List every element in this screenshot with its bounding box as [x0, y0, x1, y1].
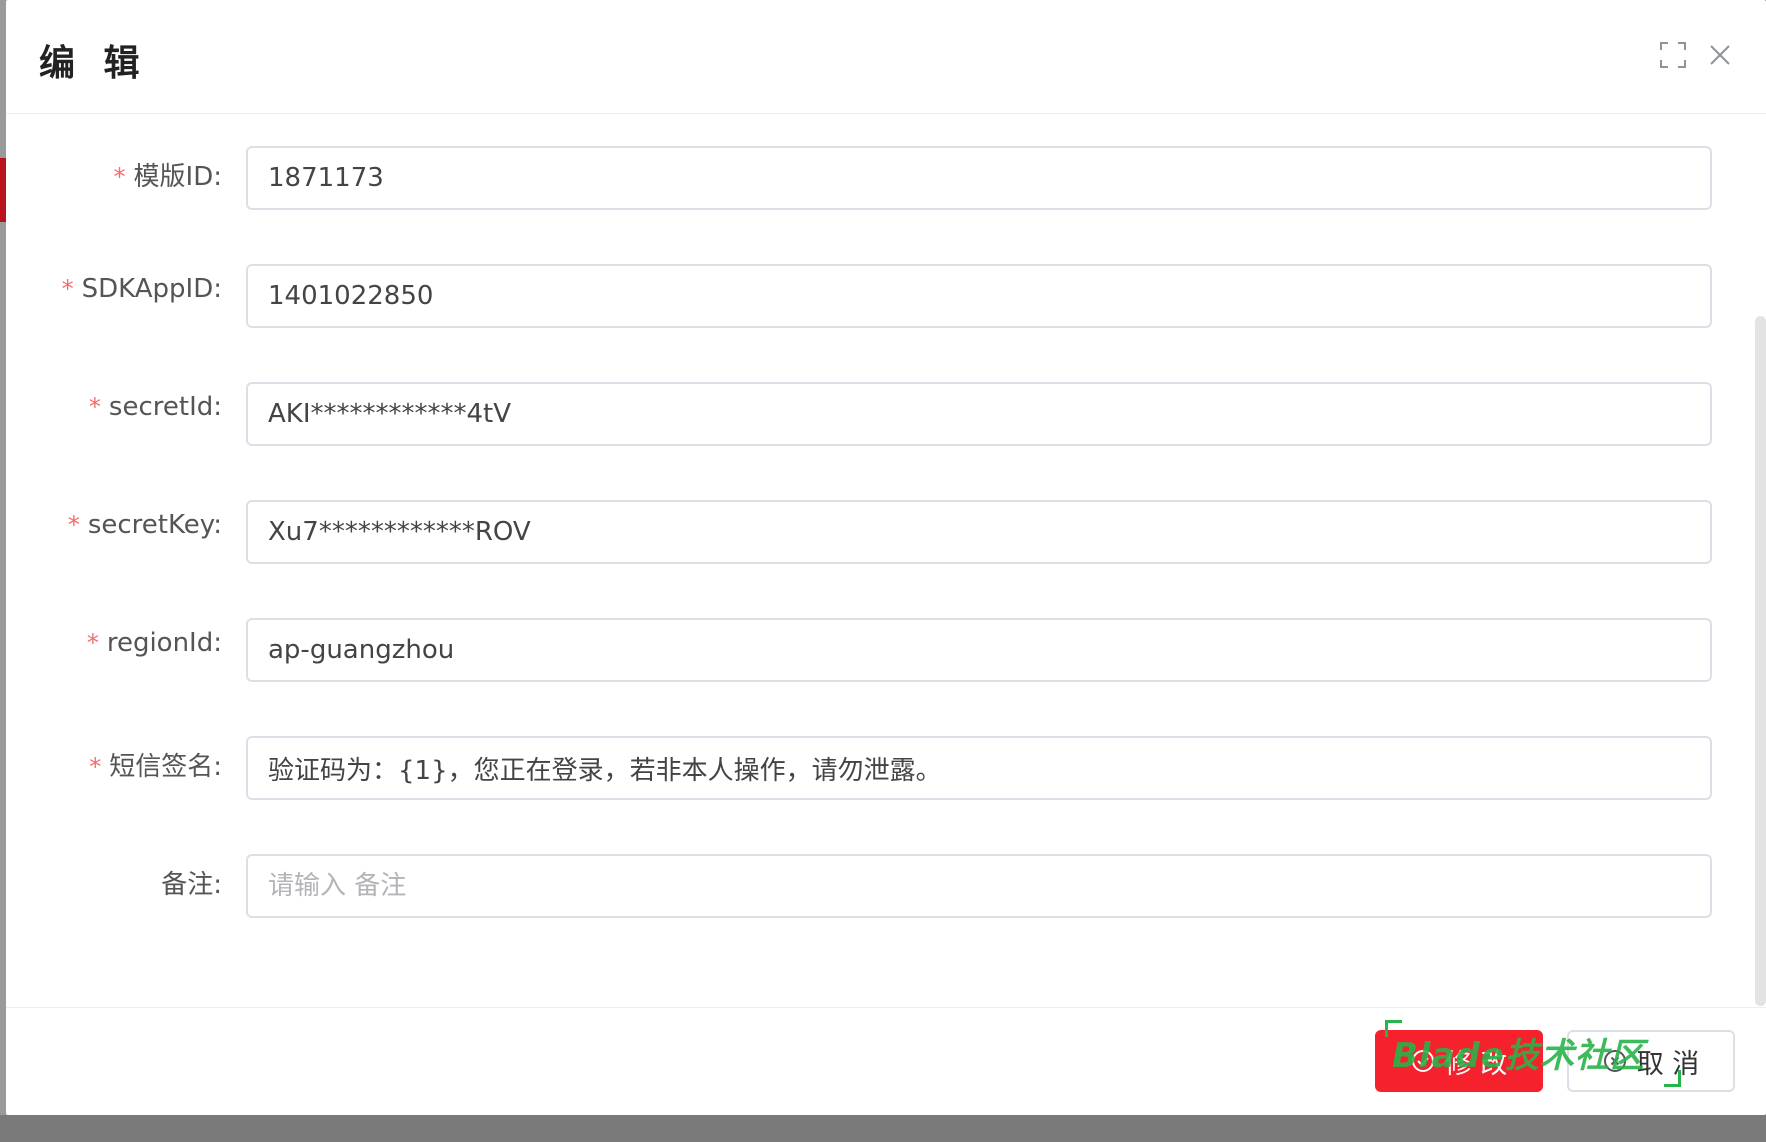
close-icon [1710, 45, 1730, 65]
required-mark: * [86, 629, 99, 657]
dialog-title: 编 辑 [39, 43, 148, 84]
submit-button[interactable]: 修 改 [1375, 1030, 1543, 1092]
cancel-button[interactable]: 取 消 [1567, 1030, 1735, 1092]
scrollbar-thumb[interactable] [1755, 316, 1766, 1006]
form-label: * secretKey: [6, 510, 222, 540]
form-label-text: 模版ID: [133, 162, 222, 192]
dialog-footer: 修 改 取 消 [6, 1007, 1766, 1116]
required-mark: * [88, 393, 101, 421]
form-label-text: SDKAppID: [81, 274, 222, 304]
form-label: * 模版ID: [6, 156, 222, 193]
circle-close-icon [1603, 1049, 1627, 1073]
form-label: * regionId: [6, 628, 222, 658]
fullscreen-button[interactable] [1656, 38, 1690, 72]
form-label-text: regionId: [106, 628, 222, 658]
submit-button-label: 修 改 [1444, 1048, 1508, 1080]
required-mark: * [89, 753, 102, 781]
form-row-remark: 备注: [6, 854, 1766, 918]
form-label-text: 备注: [161, 870, 222, 900]
region-id-input[interactable] [246, 618, 1712, 682]
edit-form: *模版ID: *SDKAppID: *secretId: *secretKey:… [6, 114, 1766, 1007]
form-label: * 短信签名: [6, 746, 222, 783]
secret-id-input[interactable] [246, 382, 1712, 446]
required-mark: * [67, 511, 80, 539]
watermark-corner [1385, 1020, 1402, 1037]
secret-key-input[interactable] [246, 500, 1712, 564]
required-mark: * [113, 163, 126, 191]
form-label: * secretId: [6, 392, 222, 422]
form-label-text: secretKey: [87, 510, 222, 540]
remark-input[interactable] [246, 854, 1712, 918]
watermark-corner [1664, 1070, 1681, 1087]
fullscreen-icon [1660, 42, 1686, 68]
form-row-region-id: * regionId: [6, 618, 1766, 682]
template-id-input[interactable] [246, 146, 1712, 210]
sdk-app-id-input[interactable] [246, 264, 1712, 328]
form-label: 备注: [6, 864, 222, 901]
close-button[interactable] [1703, 38, 1737, 72]
edit-dialog: 编 辑 *模版ID: *SDKAppID: *secretId: *secret… [6, 0, 1766, 1115]
form-row-secret-id: * secretId: [6, 382, 1766, 446]
form-label-text: secretId: [108, 392, 222, 422]
form-label: * SDKAppID: [6, 274, 222, 304]
form-row-sdk-app-id: * SDKAppID: [6, 264, 1766, 328]
required-mark: * [61, 275, 74, 303]
dialog-header: 编 辑 [6, 0, 1766, 114]
form-row-template-id: * 模版ID: [6, 146, 1766, 210]
form-row-secret-key: * secretKey: [6, 500, 1766, 564]
form-row-sms-signature: * 短信签名: [6, 736, 1766, 800]
form-label-text: 短信签名: [109, 752, 222, 782]
check-circle-icon [1411, 1049, 1435, 1073]
sms-signature-input[interactable] [246, 736, 1712, 800]
